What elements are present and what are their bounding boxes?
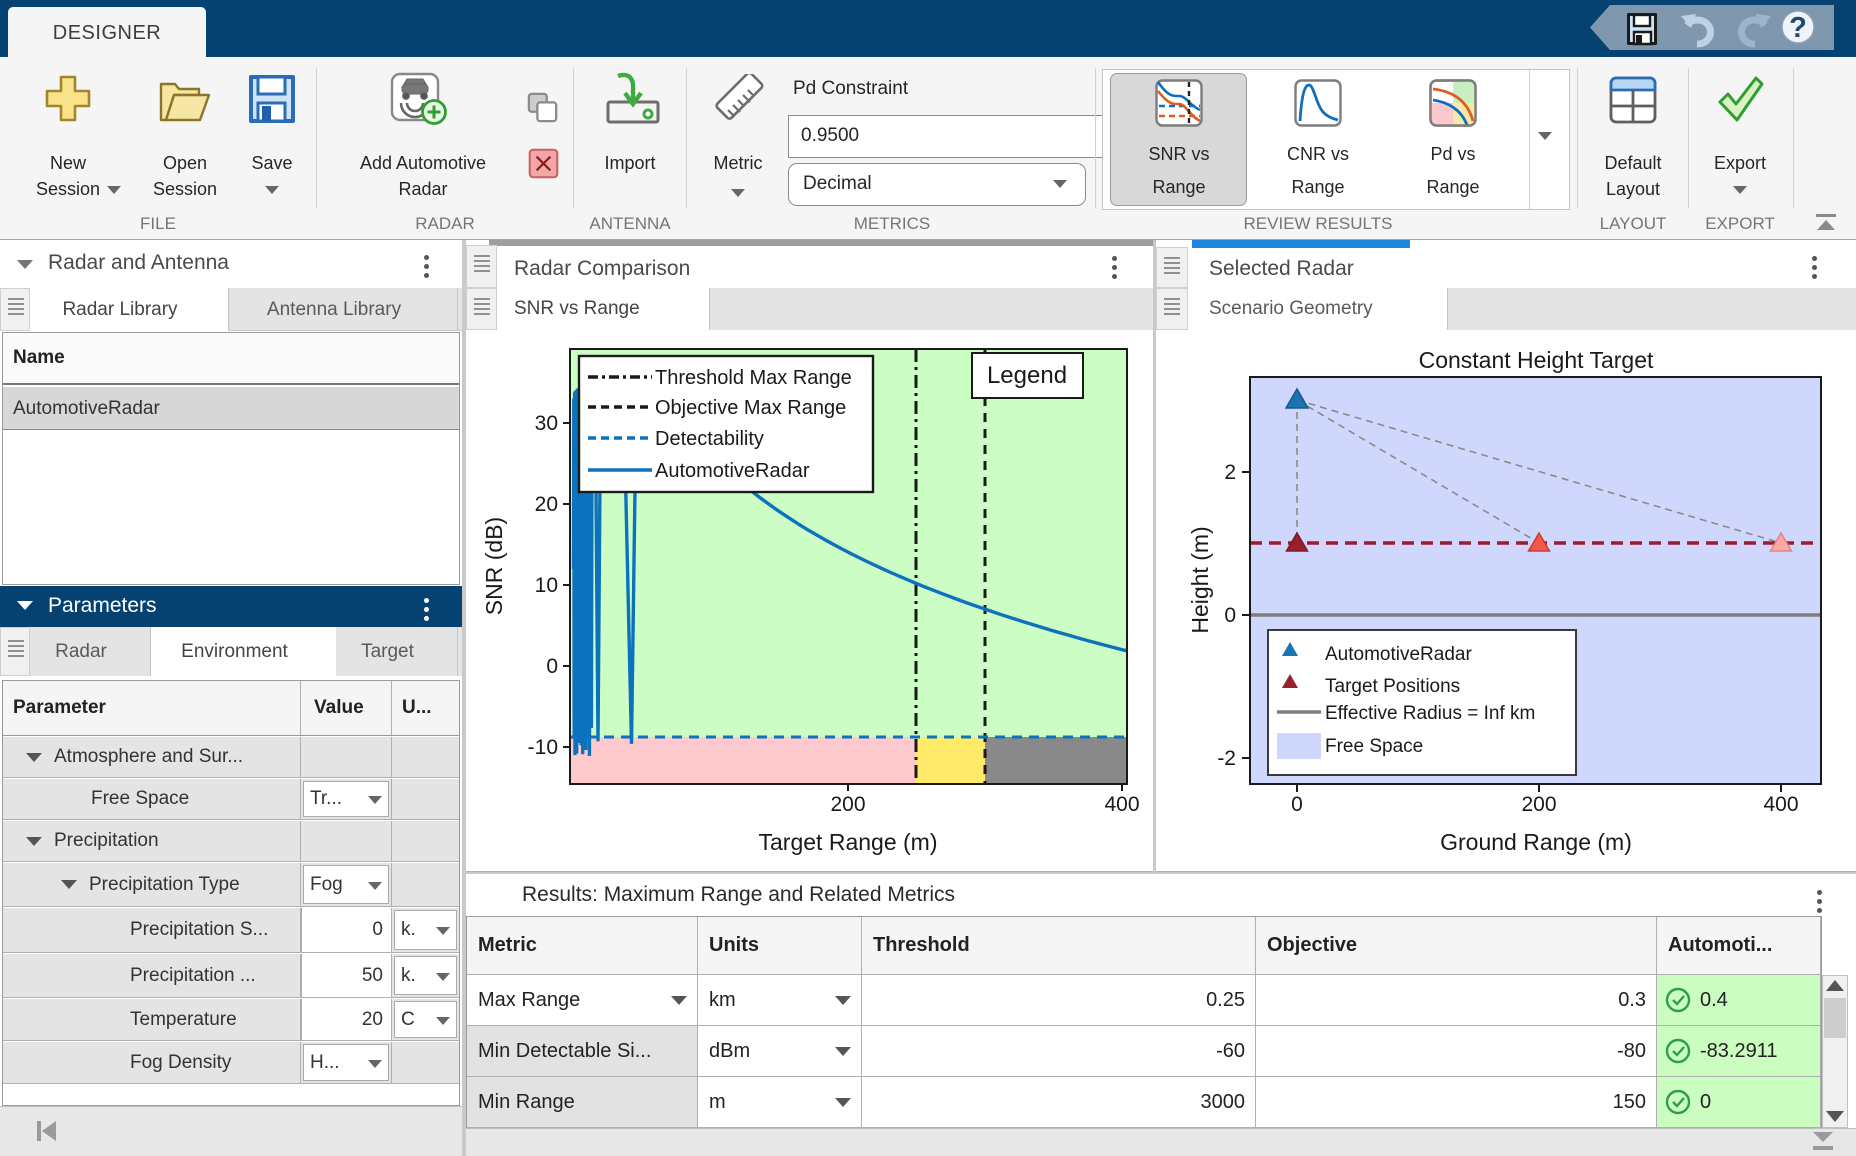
svg-text:Free Space: Free Space (1325, 736, 1423, 757)
svg-text:10: 10 (535, 574, 558, 597)
svg-text:Target Positions: Target Positions (1325, 676, 1460, 697)
svg-text:Height (m): Height (m) (1187, 526, 1213, 633)
svg-text:200: 200 (1521, 793, 1556, 816)
svg-text:?: ? (1789, 12, 1807, 44)
svg-text:Constant Height Target: Constant Height Target (1419, 347, 1654, 373)
svg-text:2: 2 (1224, 461, 1236, 484)
svg-text:Threshold Max Range: Threshold Max Range (655, 367, 852, 389)
svg-text:20: 20 (535, 493, 558, 516)
svg-text:Objective Max Range: Objective Max Range (655, 397, 846, 419)
svg-text:AutomotiveRadar: AutomotiveRadar (655, 460, 810, 482)
svg-text:-2: -2 (1217, 747, 1236, 770)
svg-text:Detectability: Detectability (655, 428, 764, 450)
svg-text:30: 30 (535, 412, 558, 435)
svg-text:Effective Radius = Inf km: Effective Radius = Inf km (1325, 703, 1535, 724)
svg-text:-10: -10 (528, 736, 558, 759)
svg-text:400: 400 (1104, 793, 1139, 816)
svg-text:0: 0 (546, 655, 558, 678)
svg-text:0: 0 (1291, 793, 1303, 816)
svg-text:200: 200 (830, 793, 865, 816)
svg-text:400: 400 (1763, 793, 1798, 816)
svg-text:Target Range (m): Target Range (m) (759, 829, 938, 855)
svg-text:SNR (dB): SNR (dB) (481, 517, 507, 615)
svg-text:AutomotiveRadar: AutomotiveRadar (1325, 644, 1472, 665)
svg-text:Ground Range (m): Ground Range (m) (1440, 829, 1632, 855)
svg-text:Legend: Legend (987, 362, 1067, 389)
svg-text:0: 0 (1224, 604, 1236, 627)
